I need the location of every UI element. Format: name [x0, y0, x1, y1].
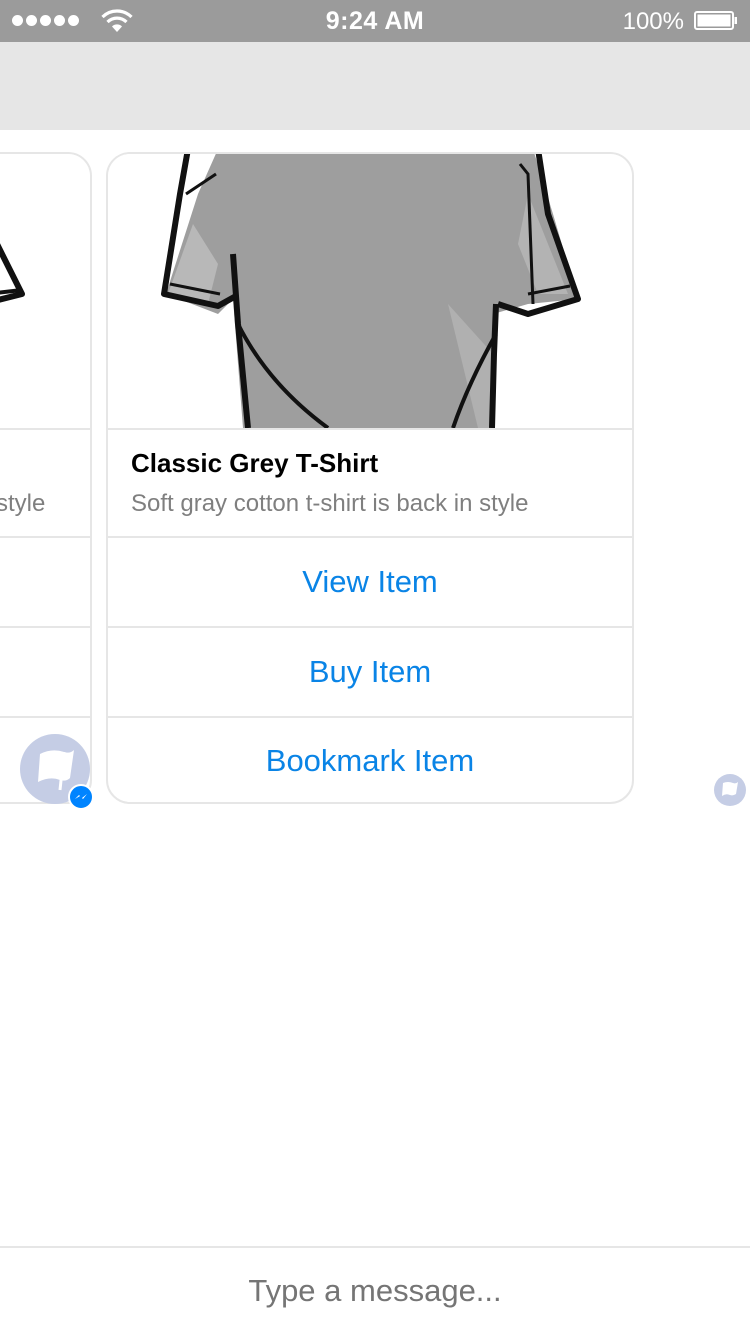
card-subtitle: Soft gray cotton t-shirt is back in styl…: [131, 490, 529, 517]
view-item-button[interactable]: View Item: [108, 538, 632, 628]
messenger-screen: 9:24 AM 100% style Classic Grey T-Shirt …: [0, 0, 750, 1334]
status-bar: 9:24 AM 100%: [0, 0, 750, 42]
tshirt-image-previous: [0, 243, 25, 303]
battery-icon: [694, 11, 737, 30]
message-input[interactable]: [0, 1272, 750, 1310]
card-info-previous: style: [0, 430, 90, 538]
carousel-card-current[interactable]: Classic Grey T-Shirt Soft gray cotton t-…: [106, 152, 634, 804]
card-title: Classic Grey T-Shirt: [131, 448, 379, 478]
flag-icon: [722, 782, 738, 796]
read-receipt-avatar: [714, 774, 746, 806]
product-image[interactable]: [108, 154, 632, 430]
battery-percent: 100%: [622, 8, 684, 35]
product-image-previous[interactable]: [0, 154, 90, 430]
tshirt-image: [161, 154, 581, 428]
messenger-badge-icon: [68, 784, 94, 810]
carousel-card-previous[interactable]: style: [0, 152, 92, 804]
buy-item-button-previous[interactable]: [0, 628, 90, 718]
message-composer: [0, 1246, 750, 1334]
bookmark-item-button[interactable]: Bookmark Item: [108, 718, 632, 802]
card-info: Classic Grey T-Shirt Soft gray cotton t-…: [108, 430, 632, 538]
conversation-header: [0, 42, 750, 130]
view-item-button-previous[interactable]: [0, 538, 90, 628]
card-subtitle-previous: style: [0, 490, 46, 517]
buy-item-button[interactable]: Buy Item: [108, 628, 632, 718]
